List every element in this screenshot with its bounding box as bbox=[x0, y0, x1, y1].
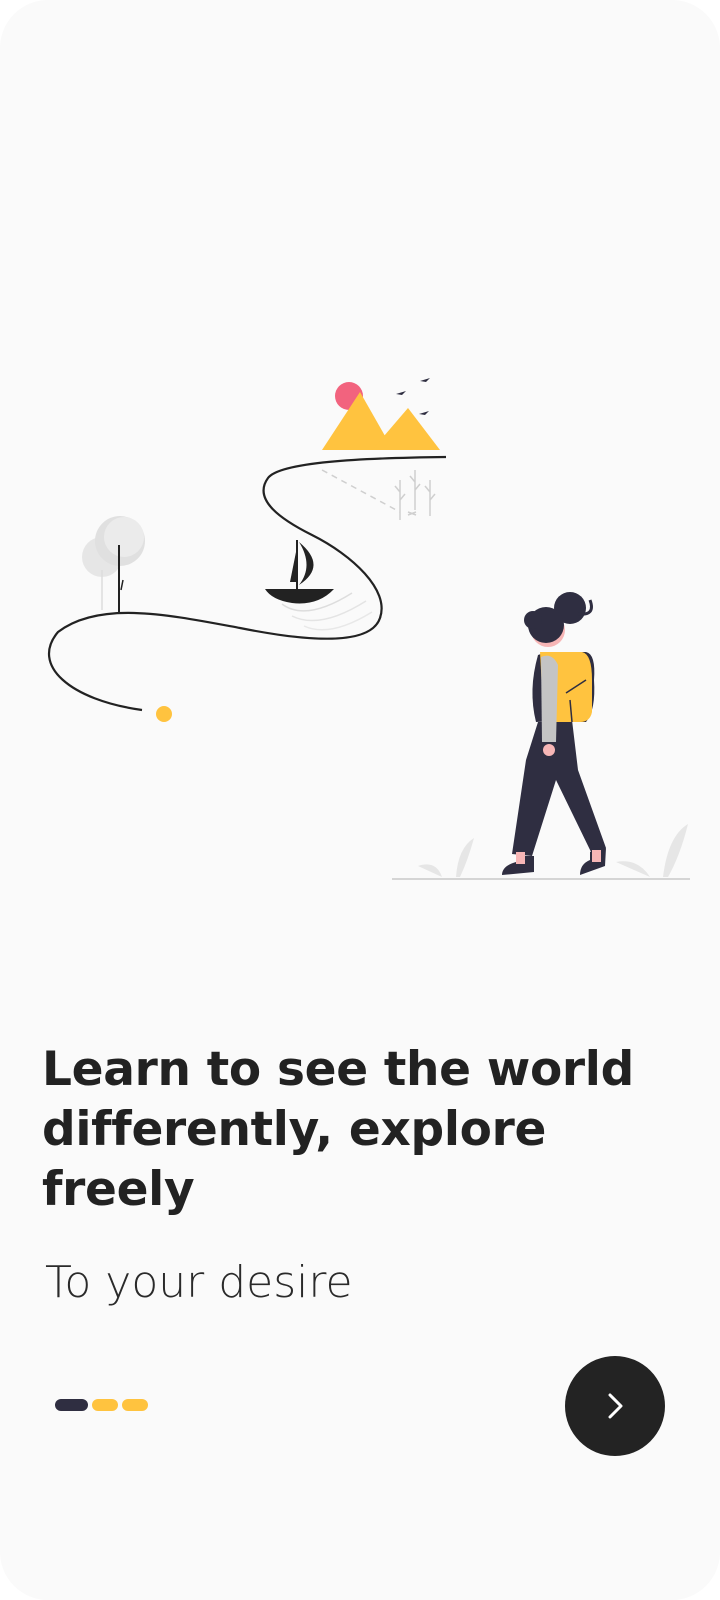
onboarding-screen: Learn to see the world differently, expl… bbox=[0, 0, 720, 1600]
page-dot bbox=[92, 1399, 118, 1411]
next-button[interactable] bbox=[565, 1356, 665, 1456]
page-dot bbox=[122, 1399, 148, 1411]
plants bbox=[418, 824, 688, 877]
birds-icon bbox=[396, 378, 432, 416]
onboarding-headline: Learn to see the world differently, expl… bbox=[42, 1042, 634, 1217]
travel-illustration bbox=[47, 378, 690, 880]
round-trees bbox=[82, 516, 145, 612]
page-indicator bbox=[55, 1399, 148, 1411]
page-dot-active bbox=[55, 1399, 88, 1411]
mountain-small bbox=[372, 408, 440, 450]
chevron-right-icon bbox=[608, 1393, 623, 1419]
small-trees bbox=[394, 470, 436, 520]
onboarding-subtitle: To your desire bbox=[45, 1257, 353, 1308]
winding-path bbox=[47, 455, 447, 712]
sailboat-icon bbox=[265, 540, 373, 631]
traveler-figure bbox=[502, 592, 606, 875]
destination-dot bbox=[156, 706, 172, 722]
